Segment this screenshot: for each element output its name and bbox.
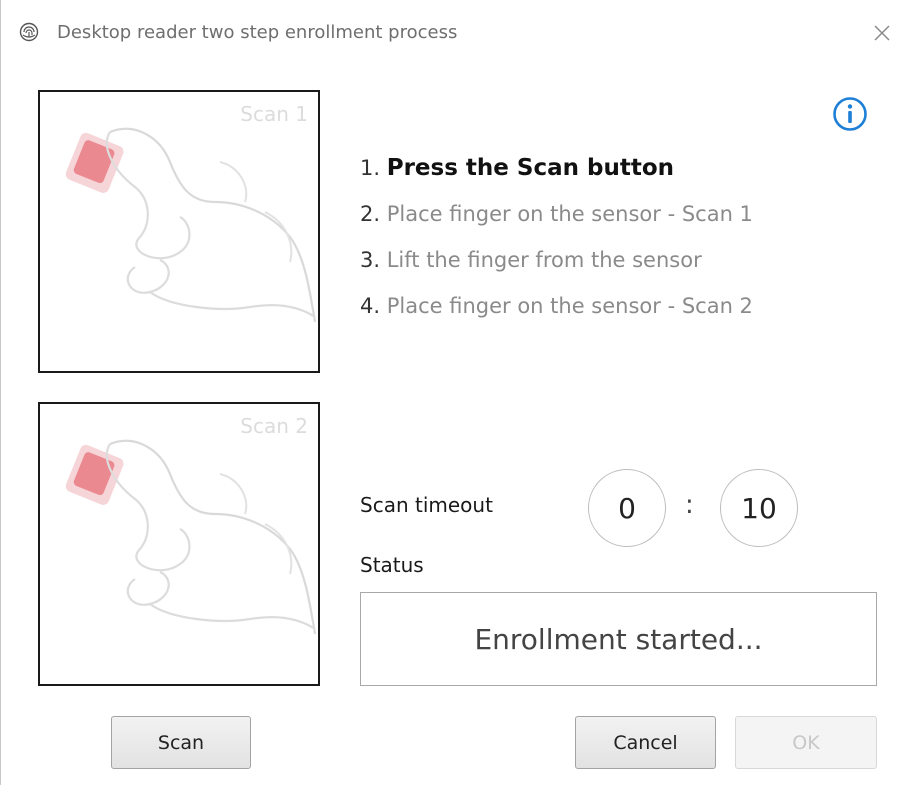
step-1: 1. Press the Scan button bbox=[360, 150, 753, 196]
window-title: Desktop reader two step enrollment proce… bbox=[57, 22, 458, 43]
scan-timeout-label: Scan timeout bbox=[360, 493, 493, 517]
step-text: Lift the finger from the sensor bbox=[386, 248, 702, 272]
timeout-minutes: 0 bbox=[588, 469, 666, 547]
fingerprint-icon bbox=[19, 22, 39, 42]
instruction-steps: 1. Press the Scan button 2. Place finger… bbox=[360, 150, 753, 334]
close-icon[interactable] bbox=[867, 18, 897, 48]
step-number: 3. bbox=[360, 248, 381, 272]
status-display: Enrollment started... bbox=[360, 592, 877, 686]
info-icon[interactable] bbox=[832, 96, 868, 132]
title-bar: Desktop reader two step enrollment proce… bbox=[1, 0, 905, 60]
scan-1-panel: Scan 1 bbox=[38, 90, 320, 373]
step-text: Place finger on the sensor - Scan 2 bbox=[386, 294, 753, 318]
step-number: 1. bbox=[360, 156, 381, 180]
step-text: Place finger on the sensor - Scan 1 bbox=[386, 202, 753, 226]
finger-on-sensor-icon bbox=[65, 439, 317, 635]
step-3: 3. Lift the finger from the sensor bbox=[360, 242, 753, 288]
enrollment-dialog: Desktop reader two step enrollment proce… bbox=[0, 0, 905, 785]
cancel-button[interactable]: Cancel bbox=[575, 716, 716, 769]
status-label: Status bbox=[360, 553, 424, 577]
finger-on-sensor-icon bbox=[65, 127, 317, 323]
scan-button[interactable]: Scan bbox=[111, 716, 251, 769]
step-2: 2. Place finger on the sensor - Scan 1 bbox=[360, 196, 753, 242]
timeout-seconds: 10 bbox=[720, 469, 798, 547]
scan-1-label: Scan 1 bbox=[240, 102, 308, 126]
step-number: 2. bbox=[360, 202, 381, 226]
step-text: Press the Scan button bbox=[386, 155, 674, 181]
timeout-separator: : bbox=[685, 490, 694, 520]
scan-2-label: Scan 2 bbox=[240, 414, 308, 438]
step-number: 4. bbox=[360, 294, 381, 318]
step-4: 4. Place finger on the sensor - Scan 2 bbox=[360, 288, 753, 334]
ok-button[interactable]: OK bbox=[735, 716, 877, 769]
scan-2-panel: Scan 2 bbox=[38, 402, 320, 686]
